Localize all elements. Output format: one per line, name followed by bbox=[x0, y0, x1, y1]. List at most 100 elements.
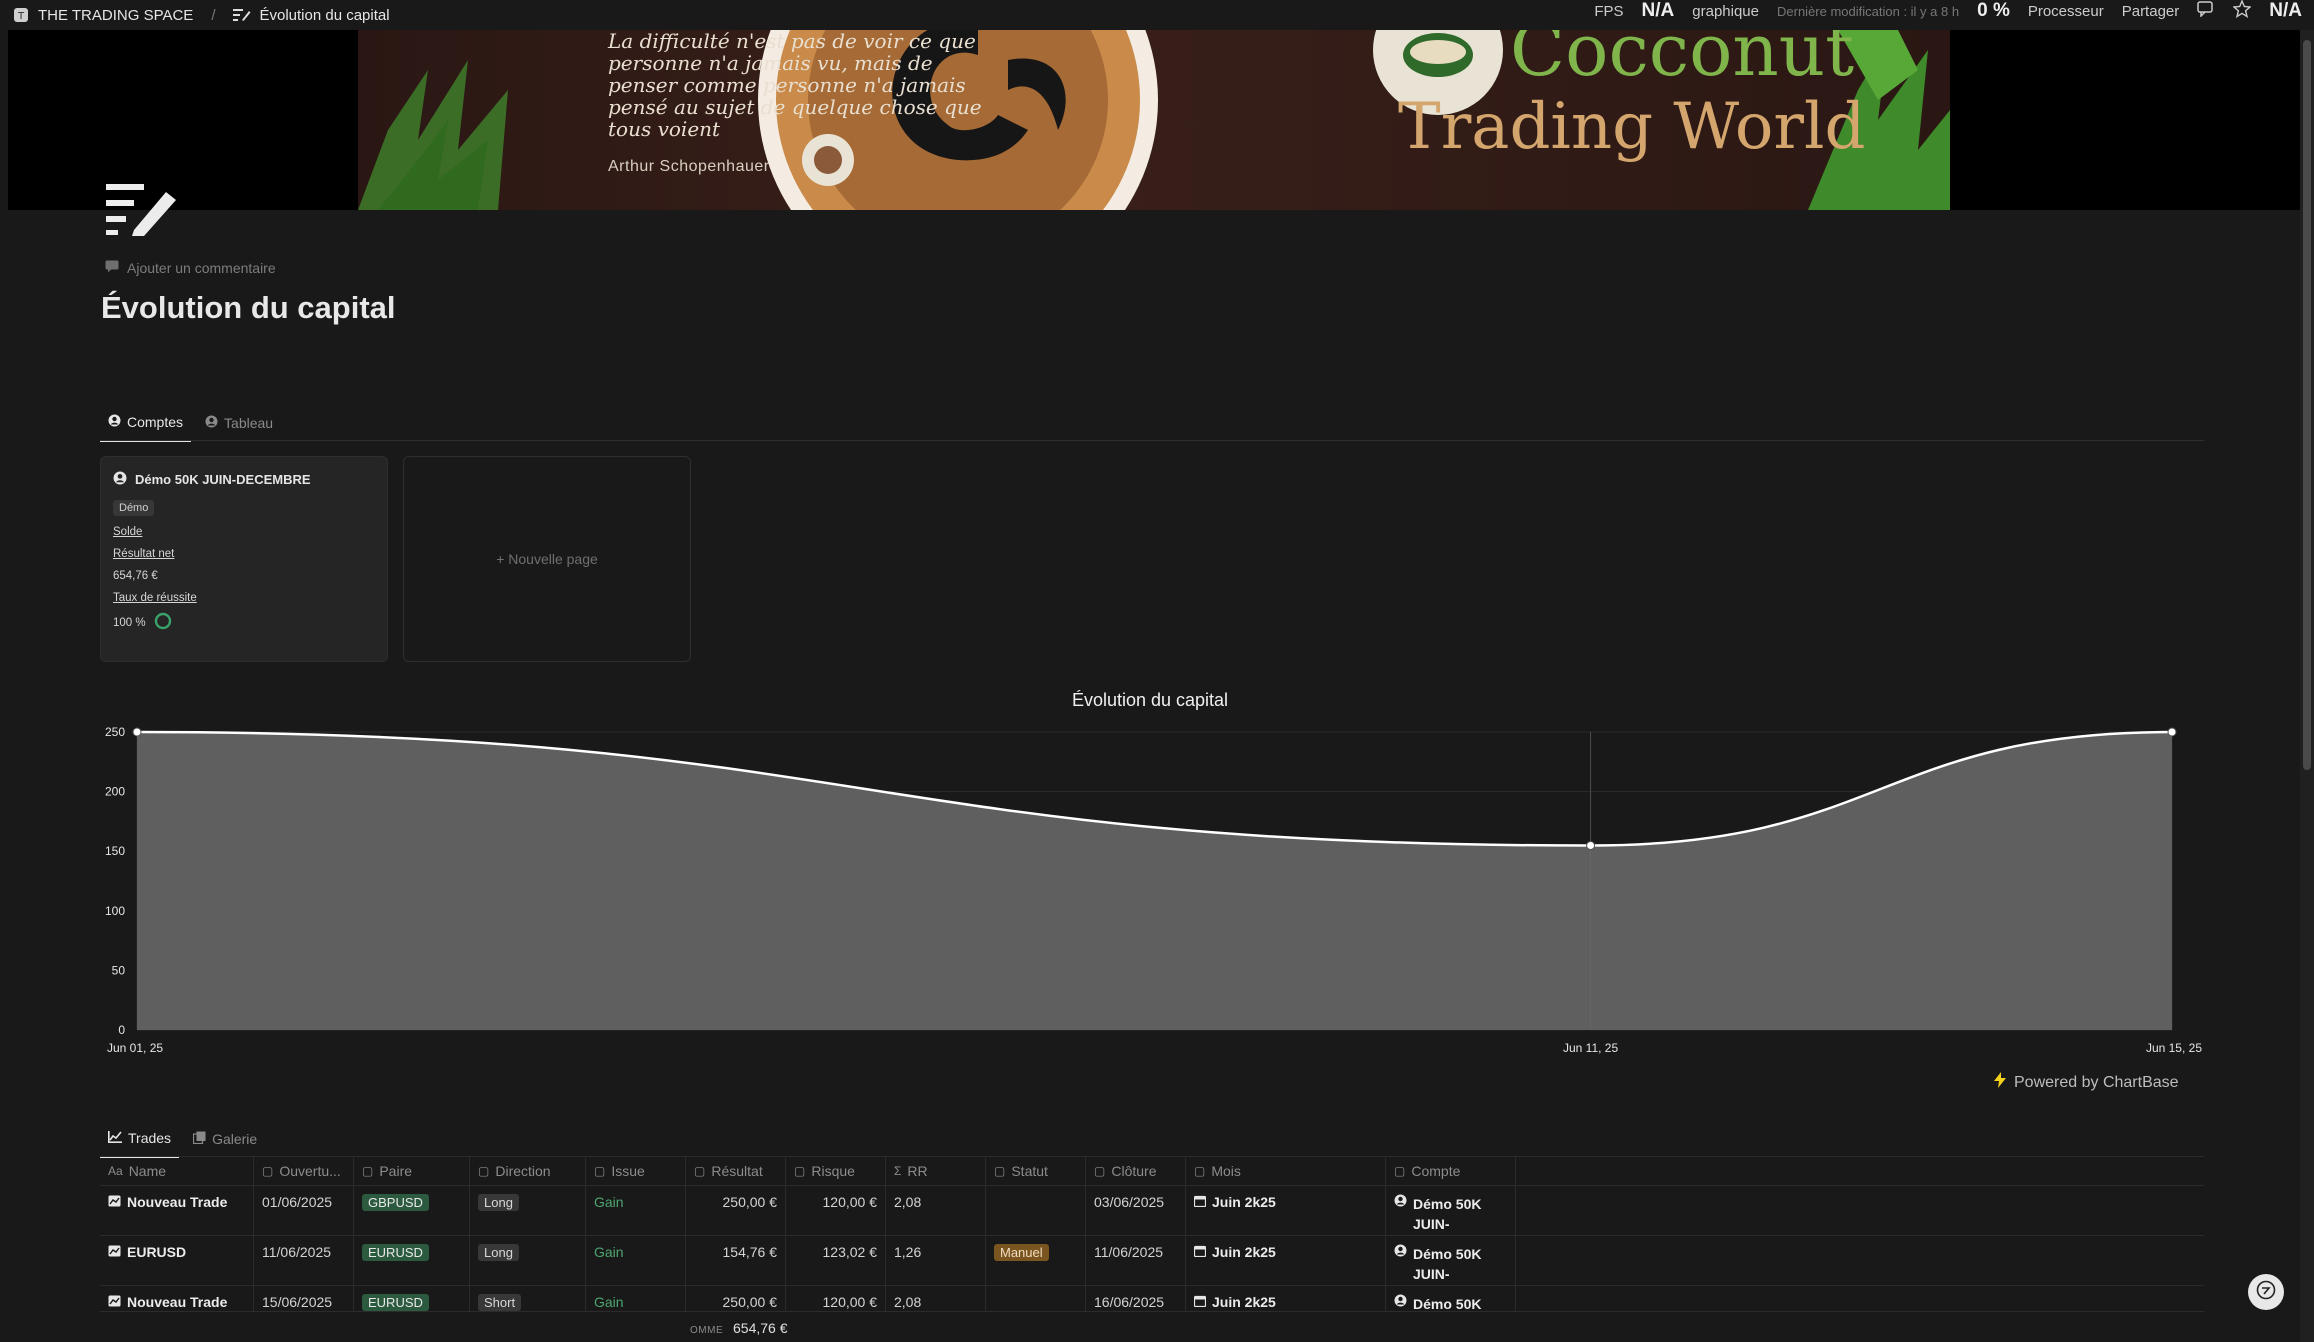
column-header-issue[interactable]: ▢ Issue bbox=[586, 1157, 686, 1185]
cell-closing[interactable]: 16/06/2025 bbox=[1086, 1286, 1186, 1311]
cell-name[interactable]: Nouveau Trade bbox=[100, 1286, 254, 1311]
new-page-card[interactable]: + Nouvelle page bbox=[403, 456, 691, 662]
table-row[interactable]: Nouveau Trade 01/06/2025 GBPUSD Long Gain 250… bbox=[100, 1186, 2204, 1236]
cell-status[interactable] bbox=[986, 1286, 1086, 1311]
table-row[interactable]: Nouveau Trade 15/06/2025 EURUSD Short Gain 25… bbox=[100, 1286, 2204, 1312]
cell-pair[interactable]: GBPUSD bbox=[354, 1186, 470, 1235]
cell-account[interactable]: Démo 50K JUIN-DECEMBRE bbox=[1386, 1236, 1516, 1285]
cell-status[interactable]: Manuel bbox=[986, 1236, 1086, 1285]
account-type-tag: Démo bbox=[113, 500, 155, 516]
scrollbar-thumb[interactable] bbox=[2303, 40, 2311, 770]
month-link: Juin 2k25 bbox=[1212, 1194, 1276, 1210]
column-header-label: Issue bbox=[611, 1163, 645, 1179]
cell-direction[interactable]: Long bbox=[470, 1186, 586, 1235]
table-row[interactable]: EURUSD 11/06/2025 EURUSD Long Gain 154,76 € 12… bbox=[100, 1236, 2204, 1286]
account-card[interactable]: Démo 50K JUIN-DECEMBRE Démo Solde Résult… bbox=[100, 456, 388, 662]
cover-brand-line-1: Cocconut bbox=[1510, 30, 1855, 92]
column-header-opening[interactable]: ▢ Ouvertu... bbox=[254, 1157, 354, 1185]
column-header-risk[interactable]: ▢ Risque bbox=[786, 1157, 886, 1185]
workspace-icon: T bbox=[12, 6, 30, 24]
x-tick-label: Jun 01, 25 bbox=[107, 1041, 163, 1055]
cell-status[interactable] bbox=[986, 1186, 1086, 1235]
cell-result[interactable]: 154,76 € bbox=[686, 1236, 786, 1285]
column-header-result[interactable]: ▢ Résultat bbox=[686, 1157, 786, 1185]
ai-face-icon bbox=[2256, 1280, 2276, 1305]
column-header-name[interactable]: Aa Name bbox=[100, 1157, 254, 1185]
cell-risk[interactable]: 120,00 € bbox=[786, 1286, 886, 1311]
add-comment-button[interactable]: Ajouter un commentaire bbox=[105, 260, 276, 276]
vertical-scrollbar[interactable] bbox=[2300, 30, 2314, 1342]
prop-solde: Solde bbox=[113, 526, 143, 538]
area-fill bbox=[137, 732, 2172, 1030]
tab-comptes[interactable]: Comptes bbox=[100, 406, 192, 442]
cell-result[interactable]: 250,00 € bbox=[686, 1186, 786, 1235]
resultat-net-value: 654,76 € bbox=[113, 570, 158, 582]
cell-issue[interactable]: Gain bbox=[586, 1286, 686, 1311]
tab-trades[interactable]: Trades bbox=[100, 1122, 180, 1158]
page-edit-icon[interactable] bbox=[104, 180, 182, 236]
add-comment-label: Ajouter un commentaire bbox=[127, 260, 276, 276]
cell-direction[interactable]: Long bbox=[470, 1236, 586, 1285]
notion-ai-button[interactable] bbox=[2248, 1274, 2284, 1310]
column-header-label: Mois bbox=[1211, 1163, 1241, 1179]
cell-risk[interactable]: 123,02 € bbox=[786, 1236, 886, 1285]
person-circle-icon bbox=[205, 415, 218, 431]
favorite-star-icon[interactable] bbox=[2232, 0, 2253, 22]
share-button[interactable]: Partager bbox=[2122, 3, 2180, 20]
column-header-month[interactable]: ▢ Mois bbox=[1186, 1157, 1386, 1185]
capital-area-chart[interactable]: 0 50 100 150 200 250 Jun 01, 25 Jun 11, 25 Jun 1… bbox=[0, 700, 2300, 1070]
progress-ring-icon bbox=[154, 612, 172, 633]
cell-name[interactable]: EURUSD bbox=[100, 1236, 254, 1285]
column-header-account[interactable]: ▢ Compte bbox=[1386, 1157, 1516, 1185]
cell-month[interactable]: Juin 2k25 bbox=[1186, 1236, 1386, 1285]
cell-rr[interactable]: 2,08 bbox=[886, 1286, 986, 1311]
column-header-status[interactable]: ▢ Statut bbox=[986, 1157, 1086, 1185]
column-header-pair[interactable]: ▢ Paire bbox=[354, 1157, 470, 1185]
cell-issue[interactable]: Gain bbox=[586, 1186, 686, 1235]
closing-value: 11/06/2025 bbox=[1094, 1244, 1164, 1260]
tab-tableau-label: Tableau bbox=[224, 415, 274, 431]
opening-value: 01/06/2025 bbox=[262, 1194, 333, 1210]
breadcrumb-page[interactable]: Évolution du capital bbox=[259, 7, 389, 24]
column-header-closing[interactable]: ▢ Clôture bbox=[1086, 1157, 1186, 1185]
breadcrumb-workspace[interactable]: THE TRADING SPACE bbox=[38, 7, 193, 24]
pair-tag: EURUSD bbox=[362, 1294, 429, 1311]
calendar-icon bbox=[1193, 1244, 1207, 1260]
cell-result[interactable]: 250,00 € bbox=[686, 1286, 786, 1311]
cpu-value: 0 % bbox=[1977, 0, 2010, 21]
cell-rr[interactable]: 1,26 bbox=[886, 1236, 986, 1285]
cell-opening[interactable]: 11/06/2025 bbox=[254, 1236, 354, 1285]
page-title[interactable]: Évolution du capital bbox=[101, 290, 396, 326]
cell-issue[interactable]: Gain bbox=[586, 1236, 686, 1285]
tab-galerie[interactable]: Galerie bbox=[185, 1122, 265, 1158]
cover-brand-line-2: Trading World bbox=[1398, 90, 1866, 164]
cell-name[interactable]: Nouveau Trade bbox=[100, 1186, 254, 1235]
cell-account[interactable]: Démo 50K bbox=[1386, 1286, 1516, 1311]
issue-value: Gain bbox=[594, 1294, 624, 1310]
powered-by-chartbase[interactable]: Powered by ChartBase bbox=[1994, 1072, 2179, 1093]
tab-tableau[interactable]: Tableau bbox=[197, 406, 281, 442]
x-tick-label: Jun 11, 25 bbox=[1563, 1041, 1618, 1055]
page-cover[interactable]: La difficulté n'est pas de voir ce que p… bbox=[8, 30, 2300, 210]
y-tick-label: 200 bbox=[105, 785, 125, 799]
topbar-right: FPS N/A graphique Dernière modification … bbox=[1594, 0, 2302, 22]
cell-rr[interactable]: 2,08 bbox=[886, 1186, 986, 1235]
cell-month[interactable]: Juin 2k25 bbox=[1186, 1186, 1386, 1235]
cell-risk[interactable]: 120,00 € bbox=[786, 1186, 886, 1235]
cell-month[interactable]: Juin 2k25 bbox=[1186, 1286, 1386, 1311]
cell-closing[interactable]: 03/06/2025 bbox=[1086, 1186, 1186, 1235]
risk-value: 123,02 € bbox=[822, 1244, 878, 1260]
trade-name: Nouveau Trade bbox=[127, 1194, 228, 1210]
trade-page-icon bbox=[108, 1244, 121, 1260]
column-header-rr[interactable]: Σ RR bbox=[886, 1157, 986, 1185]
cell-pair[interactable]: EURUSD bbox=[354, 1236, 470, 1285]
comments-icon[interactable] bbox=[2197, 1, 2215, 21]
cell-account[interactable]: Démo 50K JUIN-DECEMBRE bbox=[1386, 1186, 1516, 1235]
cell-direction[interactable]: Short bbox=[470, 1286, 586, 1311]
cell-pair[interactable]: EURUSD bbox=[354, 1286, 470, 1311]
cpu-label: Processeur bbox=[2027, 2, 2104, 20]
cell-opening[interactable]: 15/06/2025 bbox=[254, 1286, 354, 1311]
cell-closing[interactable]: 11/06/2025 bbox=[1086, 1236, 1186, 1285]
column-header-direction[interactable]: ▢ Direction bbox=[470, 1157, 586, 1185]
cell-opening[interactable]: 01/06/2025 bbox=[254, 1186, 354, 1235]
